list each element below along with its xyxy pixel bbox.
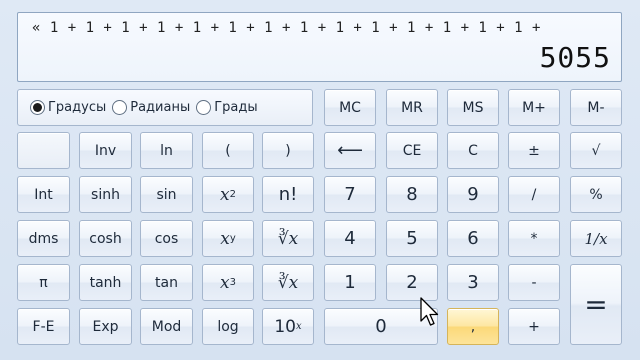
tanh-button[interactable]: tanh: [79, 264, 132, 301]
cube-root-label: ∛x: [277, 272, 299, 293]
backspace-button[interactable]: ⟵: [324, 132, 376, 169]
close-paren-button[interactable]: ): [262, 132, 314, 169]
sinh-button[interactable]: sinh: [79, 176, 132, 213]
mc-button[interactable]: MC: [324, 89, 376, 126]
log-button[interactable]: log: [202, 308, 254, 345]
mod-button[interactable]: Mod: [140, 308, 193, 345]
plus-minus-button[interactable]: ±: [508, 132, 560, 169]
cosh-button[interactable]: cosh: [79, 220, 132, 257]
tan-button[interactable]: tan: [140, 264, 193, 301]
factorial-button[interactable]: n!: [262, 176, 314, 213]
cube-root-button[interactable]: ∛x: [262, 264, 314, 301]
digit-7-button[interactable]: 7: [324, 176, 376, 213]
equals-button[interactable]: =: [570, 264, 622, 345]
radio-dot[interactable]: [112, 100, 128, 115]
pi-button[interactable]: π: [17, 264, 70, 301]
reciprocal-button[interactable]: 1/x: [570, 220, 622, 257]
radio-dot-selected[interactable]: [30, 100, 45, 115]
digit-5-button[interactable]: 5: [386, 220, 438, 257]
radio-degrees[interactable]: Градусы: [30, 100, 106, 115]
ln-button[interactable]: ln: [140, 132, 193, 169]
digit-6-button[interactable]: 6: [447, 220, 499, 257]
dms-button[interactable]: dms: [17, 220, 70, 257]
digit-3-button[interactable]: 3: [447, 264, 499, 301]
m-minus-button[interactable]: M-: [570, 89, 622, 126]
expression-history: « 1 + 1 + 1 + 1 + 1 + 1 + 1 + 1 + 1 + 1 …: [32, 20, 541, 36]
digit-1-button[interactable]: 1: [324, 264, 376, 301]
calculator-display: « 1 + 1 + 1 + 1 + 1 + 1 + 1 + 1 + 1 + 1 …: [17, 12, 622, 82]
blank-button[interactable]: [17, 132, 70, 169]
ms-button[interactable]: MS: [447, 89, 499, 126]
y-root-x-button[interactable]: ∛x: [262, 220, 314, 257]
open-paren-button[interactable]: (: [202, 132, 254, 169]
mouse-pointer-icon: [420, 297, 439, 326]
multiply-button[interactable]: *: [508, 220, 560, 257]
radio-radians-label: Радианы: [130, 100, 191, 115]
digit-2-button[interactable]: 2: [386, 264, 438, 301]
ten-power-x-base: 10: [274, 316, 296, 337]
m-plus-button[interactable]: M+: [508, 89, 560, 126]
fe-button[interactable]: F-E: [17, 308, 70, 345]
percent-button[interactable]: %: [570, 176, 622, 213]
sqrt-button[interactable]: √: [570, 132, 622, 169]
divide-button[interactable]: /: [508, 176, 560, 213]
x-power-y-base: x: [220, 228, 230, 249]
y-root-x-label: ∛x: [277, 228, 299, 249]
digit-9-button[interactable]: 9: [447, 176, 499, 213]
radio-grads-label: Грады: [214, 100, 258, 115]
x-cubed-base: x: [220, 272, 230, 293]
minus-button[interactable]: -: [508, 264, 560, 301]
cos-button[interactable]: cos: [140, 220, 193, 257]
decimal-button[interactable]: ,: [447, 308, 499, 345]
reciprocal-label: 1/x: [584, 229, 608, 248]
ten-power-x-button[interactable]: 10 x: [262, 308, 314, 345]
mr-button[interactable]: MR: [386, 89, 438, 126]
exp-button[interactable]: Exp: [79, 308, 132, 345]
angle-mode-group: Градусы Радианы Грады: [17, 89, 313, 126]
sin-button[interactable]: sin: [140, 176, 193, 213]
x-cubed-button[interactable]: x3: [202, 264, 254, 301]
radio-dot[interactable]: [196, 100, 212, 115]
plus-button[interactable]: +: [508, 308, 560, 345]
inv-button[interactable]: Inv: [79, 132, 132, 169]
digit-4-button[interactable]: 4: [324, 220, 376, 257]
x-squared-base: x: [220, 184, 230, 205]
radio-radians[interactable]: Радианы: [112, 100, 190, 115]
radio-degrees-label: Градусы: [48, 100, 107, 115]
ce-button[interactable]: CE: [386, 132, 438, 169]
radio-grads[interactable]: Грады: [196, 100, 258, 115]
x-squared-button[interactable]: x2: [202, 176, 254, 213]
clear-button[interactable]: C: [447, 132, 499, 169]
int-button[interactable]: Int: [17, 176, 70, 213]
result-value: 5055: [539, 41, 611, 74]
x-power-y-button[interactable]: xy: [202, 220, 254, 257]
digit-8-button[interactable]: 8: [386, 176, 438, 213]
